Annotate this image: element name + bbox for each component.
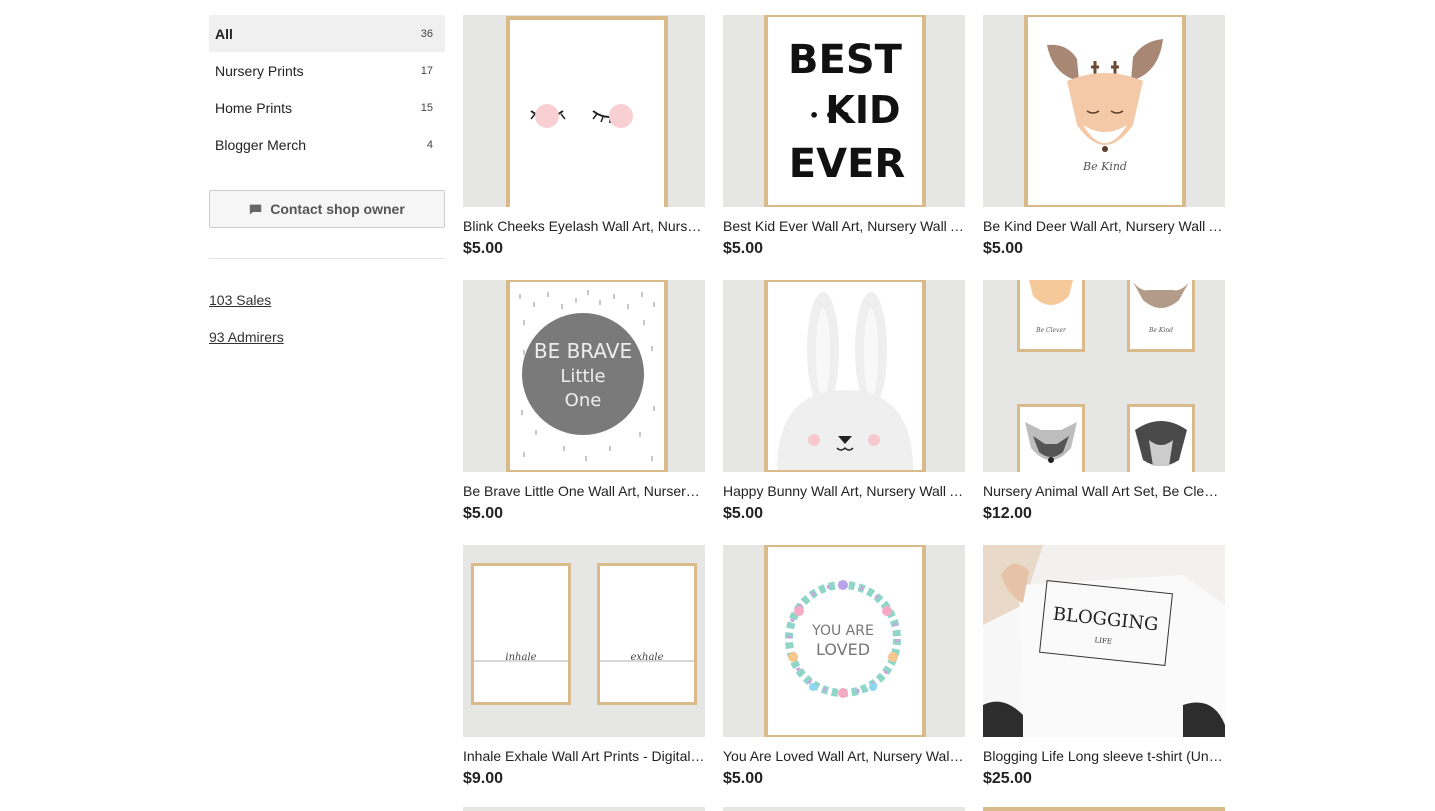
listing-image[interactable]: inhale exhale: [463, 545, 705, 737]
art-text: One: [565, 390, 602, 411]
listing-price: $25.00: [983, 770, 1032, 787]
art-text: EVER: [789, 141, 905, 187]
art-text: KID: [825, 88, 900, 132]
art-text: Be Clever: [1035, 327, 1067, 334]
listing-title[interactable]: Be Brave Little One Wall Art, Nursery Wa…: [463, 482, 705, 500]
listing-image[interactable]: [723, 280, 965, 472]
art-text: Little: [560, 366, 605, 387]
category-blogger-merch[interactable]: Blogger Merch 4: [209, 126, 445, 163]
art-text: Be Kind: [1148, 327, 1173, 334]
listing-card[interactable]: BLOGGING LIFE Blogging Life Long sleeve …: [983, 545, 1225, 801]
listing-title[interactable]: You Are Loved Wall Art, Nursery Wall Art…: [723, 747, 965, 765]
listing-price: $9.00: [463, 770, 504, 787]
listing-image[interactable]: Be Clever Be Kind: [983, 280, 1225, 472]
listing-price: $5.00: [723, 240, 764, 257]
listing-price: $5.00: [723, 505, 764, 522]
art-text: BE BRAVE: [534, 339, 632, 363]
category-label: Blogger Merch: [215, 136, 307, 153]
listing-image[interactable]: BLOGGING LIFE: [983, 545, 1225, 737]
next-row-peek: [463, 807, 1225, 811]
contact-shop-owner-button[interactable]: Contact shop owner: [209, 190, 445, 228]
shop-stats: 103 Sales 93 Admirers: [209, 289, 445, 363]
listing-card[interactable]: Be Kind Be Kind Deer Wall Art, Nursery W…: [983, 15, 1225, 271]
category-label: Nursery Prints: [215, 62, 304, 79]
category-list: All 36 Nursery Prints 17 Home Prints 15 …: [209, 15, 445, 163]
listing-price: $12.00: [983, 505, 1032, 522]
listing-title[interactable]: Blogging Life Long sleeve t-shirt (Unise…: [983, 747, 1225, 765]
listing-title[interactable]: Best Kid Ever Wall Art, Nursery Wall Art…: [723, 217, 965, 235]
listing-card[interactable]: inhale exhale Inhale Exhale Wall Art Pri…: [463, 545, 705, 801]
listing-title[interactable]: Happy Bunny Wall Art, Nursery Wall Art, …: [723, 482, 965, 500]
listing-image[interactable]: BEST • • • KID EVER: [723, 15, 965, 207]
listing-card[interactable]: YOU ARE LOVED You Are Loved Wall Art, Nu…: [723, 545, 965, 801]
category-label: Home Prints: [215, 99, 293, 116]
listing-price: $5.00: [463, 505, 504, 522]
listing-title[interactable]: Nursery Animal Wall Art Set, Be Clever, …: [983, 482, 1225, 500]
category-nursery-prints[interactable]: Nursery Prints 17: [209, 52, 445, 89]
contact-label: Contact shop owner: [270, 201, 405, 217]
category-all[interactable]: All 36: [209, 15, 445, 52]
sales-link[interactable]: 103 Sales: [209, 289, 445, 326]
listing-image[interactable]: [463, 15, 705, 207]
art-text: LOVED: [816, 640, 870, 659]
listing-price: $5.00: [983, 240, 1024, 257]
sidebar-divider: [209, 258, 445, 259]
listing-title[interactable]: Be Kind Deer Wall Art, Nursery Wall Art,…: [983, 217, 1225, 235]
listing-image[interactable]: BE BRAVE Little One: [463, 280, 705, 472]
listing-price: $5.00: [463, 240, 504, 257]
listing-card[interactable]: Blink Cheeks Eyelash Wall Art, Nursery W…: [463, 15, 705, 271]
category-count: 15: [420, 101, 433, 114]
message-icon: [250, 204, 262, 214]
listing-image[interactable]: Be Kind: [983, 15, 1225, 207]
art-text: YOU ARE: [811, 623, 874, 639]
listing-grid: Blink Cheeks Eyelash Wall Art, Nursery W…: [463, 15, 1225, 801]
art-text: exhale: [630, 652, 663, 663]
listing-image[interactable]: YOU ARE LOVED: [723, 545, 965, 737]
listing-title[interactable]: Inhale Exhale Wall Art Prints - Digital …: [463, 747, 705, 765]
listing-image-peek: [983, 807, 1225, 811]
listing-card[interactable]: Be Clever Be Kind Nursery Animal Wall Ar…: [983, 280, 1225, 536]
listing-image-peek: [463, 807, 705, 811]
listing-price: $5.00: [723, 770, 764, 787]
listing-image-peek: [723, 807, 965, 811]
art-text: inhale: [505, 652, 536, 663]
category-count: 4: [426, 138, 433, 151]
category-count: 17: [420, 64, 433, 77]
category-home-prints[interactable]: Home Prints 15: [209, 89, 445, 126]
shop-sidebar: All 36 Nursery Prints 17 Home Prints 15 …: [209, 15, 445, 363]
listing-card[interactable]: BEST • • • KID EVER Best Kid Ever Wall A…: [723, 15, 965, 271]
listing-card[interactable]: BE BRAVE Little One Be Brave Little One …: [463, 280, 705, 536]
art-text: Be Kind: [1082, 160, 1127, 173]
listing-card[interactable]: Happy Bunny Wall Art, Nursery Wall Art, …: [723, 280, 965, 536]
art-text: BEST: [788, 37, 903, 83]
category-count: 36: [420, 27, 433, 40]
category-label: All: [215, 25, 233, 42]
admirers-link[interactable]: 93 Admirers: [209, 326, 445, 363]
listing-title[interactable]: Blink Cheeks Eyelash Wall Art, Nursery W…: [463, 217, 705, 235]
